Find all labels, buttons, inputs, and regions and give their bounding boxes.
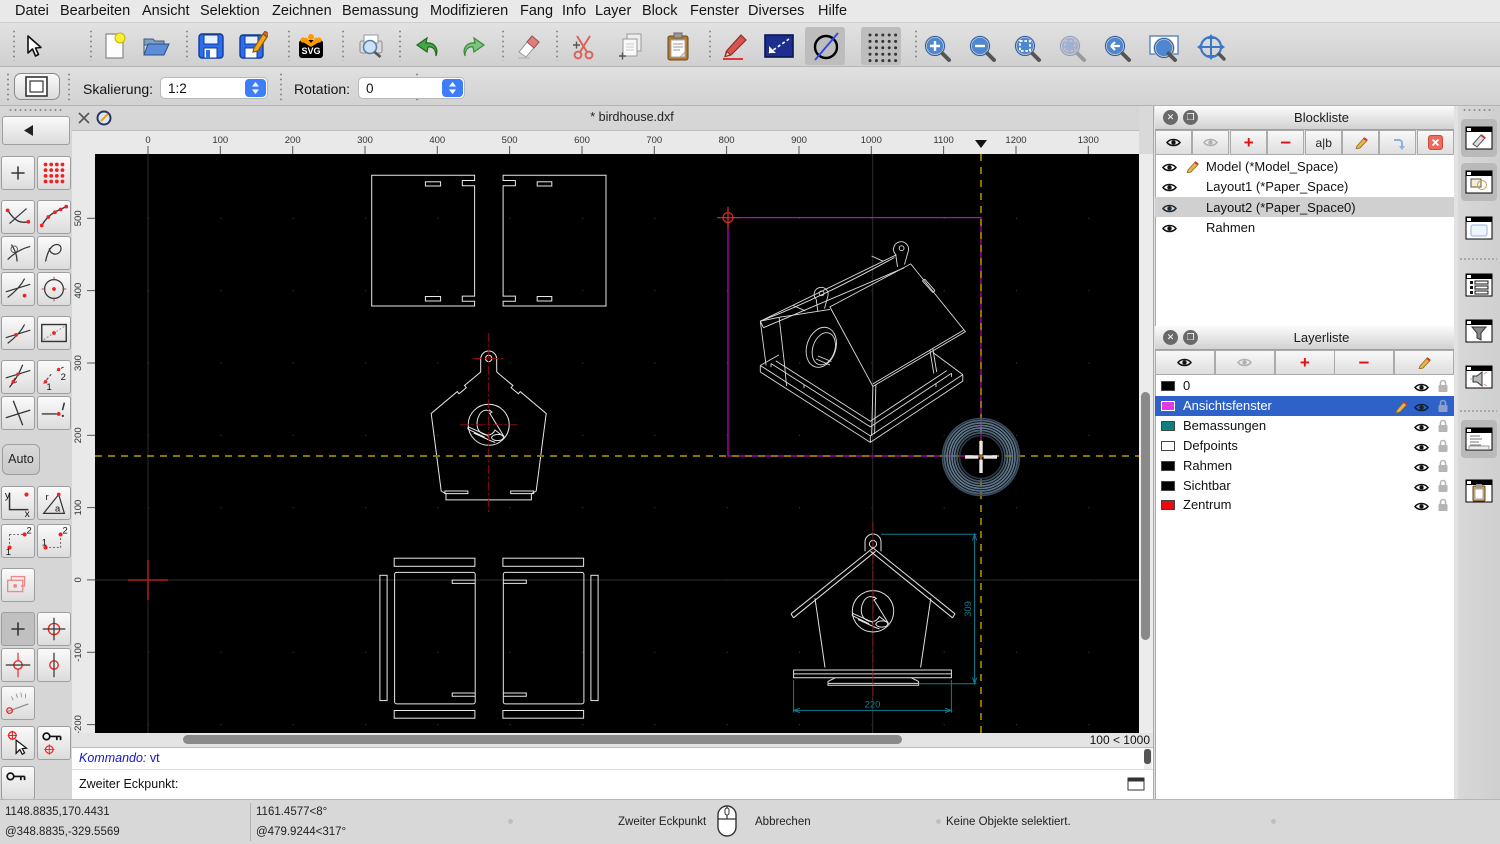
svg-text:-200: -200 <box>73 715 84 733</box>
svg-text:2: 2 <box>61 371 66 382</box>
svg-text:x: x <box>25 509 31 520</box>
svg-text:600: 600 <box>574 135 590 146</box>
svg-text:220: 220 <box>865 699 881 710</box>
svg-text:1: 1 <box>42 537 47 548</box>
svg-text:y: y <box>5 490 11 501</box>
svg-text:2: 2 <box>26 524 31 535</box>
svg-text:200: 200 <box>73 427 84 443</box>
svg-text:800: 800 <box>719 135 735 146</box>
svg-text:SVG: SVG <box>301 46 320 56</box>
svg-text:1300: 1300 <box>1078 135 1099 146</box>
svg-text:100: 100 <box>73 500 84 516</box>
svg-text:200: 200 <box>285 135 301 146</box>
svg-text:-100: -100 <box>73 643 84 662</box>
svg-text:1: 1 <box>46 381 51 392</box>
svg-text:300: 300 <box>73 355 84 371</box>
svg-text:0: 0 <box>145 135 150 146</box>
svg-text:309: 309 <box>963 601 974 617</box>
svg-text:1: 1 <box>6 546 11 557</box>
svg-text:700: 700 <box>646 135 662 146</box>
svg-text:900: 900 <box>791 135 807 146</box>
svg-text:r: r <box>46 491 49 502</box>
svg-text:1000: 1000 <box>861 135 882 146</box>
svg-text:500: 500 <box>502 135 518 146</box>
svg-text:1100: 1100 <box>933 135 953 146</box>
svg-text:400: 400 <box>429 135 445 146</box>
svg-text:0: 0 <box>73 577 84 582</box>
svg-text:300: 300 <box>357 135 373 146</box>
svg-text:100: 100 <box>212 135 228 146</box>
svg-text:500: 500 <box>73 210 84 226</box>
svg-text:400: 400 <box>73 283 84 299</box>
svg-text:2: 2 <box>62 524 67 535</box>
svg-text:1200: 1200 <box>1005 135 1026 146</box>
svg-text:a: a <box>55 502 61 513</box>
